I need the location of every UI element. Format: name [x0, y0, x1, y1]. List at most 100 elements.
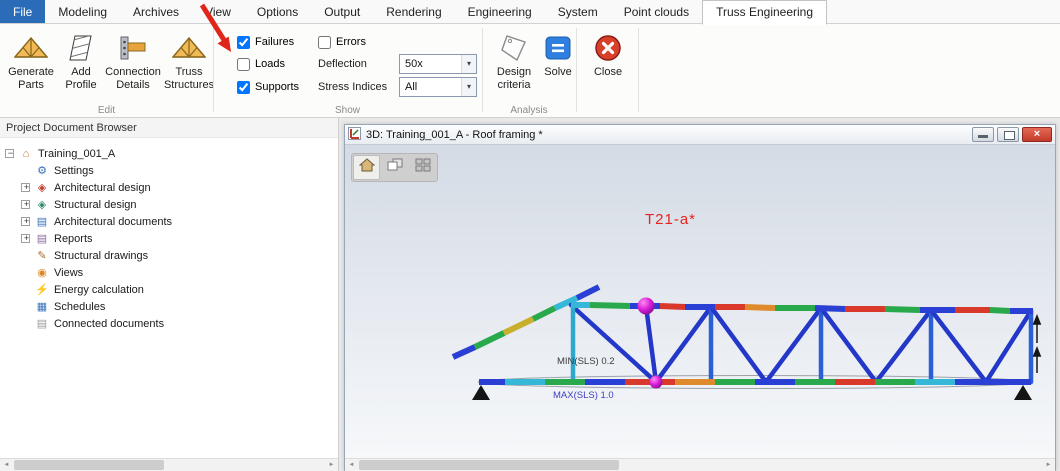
support-right [1014, 385, 1032, 400]
overlapping-windows-icon [387, 158, 403, 177]
tab-system[interactable]: System [545, 0, 611, 23]
tree-item-connected-documents[interactable]: Connected documents [0, 315, 338, 332]
chevron-down-icon [461, 78, 476, 96]
expand-icon[interactable] [21, 234, 30, 243]
truss-structures-button[interactable]: Truss Structures [166, 28, 212, 104]
add-profile-icon [66, 30, 96, 66]
3d-viewport[interactable]: T21-a* MIN(SLS) 0.2 MAX(SLS) 1.0 [345, 145, 1055, 458]
left-panel-horizontal-scrollbar[interactable] [0, 458, 338, 471]
design-criteria-label: Design criteria [488, 66, 540, 91]
viewer-horizontal-scrollbar[interactable] [345, 458, 1055, 471]
ribbon: Generate Parts Add Profile Connection De… [0, 24, 1060, 118]
design-criteria-button[interactable]: Design criteria [488, 28, 540, 104]
support-left [472, 385, 490, 400]
tab-archives[interactable]: Archives [120, 0, 192, 23]
tab-options[interactable]: Options [244, 0, 311, 23]
chevron-down-icon [461, 55, 476, 73]
show-group-label: Show [213, 105, 482, 116]
design-criteria-icon [499, 30, 529, 66]
maximize-button[interactable] [997, 127, 1019, 142]
generate-parts-icon [14, 30, 48, 66]
tree-item-reports[interactable]: Reports [0, 230, 338, 247]
generate-parts-label: Generate Parts [6, 66, 56, 91]
tab-engineering[interactable]: Engineering [455, 0, 545, 23]
tab-modeling[interactable]: Modeling [45, 0, 120, 23]
generate-parts-button[interactable]: Generate Parts [6, 28, 56, 104]
tab-output[interactable]: Output [311, 0, 373, 23]
grid-views-button[interactable] [409, 155, 436, 180]
connection-details-icon [118, 30, 148, 66]
viewer-window: 3D: Training_001_A - Roof framing * [344, 124, 1056, 471]
scroll-left-icon[interactable] [345, 459, 358, 471]
project-tree: Training_001_A Settings Architectural de… [0, 145, 338, 458]
viewer-3d-icon [348, 127, 361, 143]
connection-details-button[interactable]: Connection Details [104, 28, 162, 104]
group-separator [576, 28, 577, 112]
group-separator [638, 28, 639, 112]
tab-rendering[interactable]: Rendering [373, 0, 454, 23]
stress-indices-value: All [400, 81, 461, 93]
tab-file[interactable]: File [0, 0, 45, 23]
compare-views-button[interactable] [381, 155, 408, 180]
tree-item-settings[interactable]: Settings [0, 162, 338, 179]
node-sphere-bottom [650, 376, 663, 389]
expand-icon[interactable] [21, 200, 30, 209]
loads-label: Loads [255, 58, 285, 70]
group-separator [213, 28, 214, 112]
tab-view[interactable]: View [192, 0, 244, 23]
deflection-label: Deflection [318, 54, 367, 74]
errors-checkbox[interactable] [318, 36, 331, 49]
truss-graphic [345, 145, 1055, 458]
project-document-browser-panel: Project Document Browser Training_001_A … [0, 118, 339, 471]
document-icon [35, 317, 49, 330]
reports-icon [35, 232, 49, 245]
tab-truss-engineering[interactable]: Truss Engineering [702, 0, 827, 25]
viewport-toolbar [351, 153, 438, 182]
architectural-design-icon [35, 181, 49, 194]
truss-structures-label: Truss Structures [164, 66, 214, 91]
tab-point-clouds[interactable]: Point clouds [611, 0, 702, 23]
group-separator [482, 28, 483, 112]
minimize-button[interactable] [972, 127, 994, 142]
tree-item-schedules[interactable]: Schedules [0, 298, 338, 315]
add-profile-label: Add Profile [60, 66, 102, 91]
tree-item-architectural-documents[interactable]: Architectural documents [0, 213, 338, 230]
expand-icon[interactable] [21, 217, 30, 226]
tree-item-structural-drawings[interactable]: Structural drawings [0, 247, 338, 264]
close-label: Close [594, 66, 622, 79]
collapse-icon[interactable] [5, 149, 14, 158]
close-button[interactable]: Close [584, 28, 632, 104]
views-icon [35, 266, 49, 279]
loads-checkbox[interactable] [237, 58, 250, 71]
add-profile-button[interactable]: Add Profile [60, 28, 102, 104]
tree-item-structural-design[interactable]: Structural design [0, 196, 338, 213]
failures-checkbox[interactable] [237, 36, 250, 49]
edit-group-label: Edit [0, 105, 213, 116]
connection-details-label: Connection Details [104, 66, 162, 91]
max-sls-label: MAX(SLS) 1.0 [553, 390, 614, 401]
failures-checkbox-row: Failures [237, 34, 294, 50]
tree-item-energy-calculation[interactable]: Energy calculation [0, 281, 338, 298]
home-view-button[interactable] [353, 155, 380, 180]
tree-item-training-001-a[interactable]: Training_001_A [0, 145, 338, 162]
grid-icon [415, 158, 431, 177]
viewer-title-bar[interactable]: 3D: Training_001_A - Roof framing * [345, 125, 1055, 145]
window-close-button[interactable] [1022, 127, 1052, 142]
scroll-right-icon[interactable] [1042, 459, 1055, 471]
gear-icon [35, 164, 49, 177]
scroll-right-icon[interactable] [325, 459, 338, 471]
supports-checkbox[interactable] [237, 81, 250, 94]
deflection-dropdown[interactable]: 50x [399, 54, 477, 74]
scroll-left-icon[interactable] [0, 459, 13, 471]
tree-item-architectural-design[interactable]: Architectural design [0, 179, 338, 196]
errors-label: Errors [336, 36, 366, 48]
menu-tab-bar: File Modeling Archives View Options Outp… [0, 0, 1060, 24]
solve-button[interactable]: Solve [542, 28, 574, 104]
house-icon [359, 158, 375, 177]
expand-icon[interactable] [21, 183, 30, 192]
scrollbar-thumb[interactable] [14, 460, 164, 470]
tree-item-views[interactable]: Views [0, 264, 338, 281]
stress-indices-dropdown[interactable]: All [399, 77, 477, 97]
analysis-group-label: Analysis [482, 105, 576, 116]
scrollbar-thumb[interactable] [359, 460, 619, 470]
